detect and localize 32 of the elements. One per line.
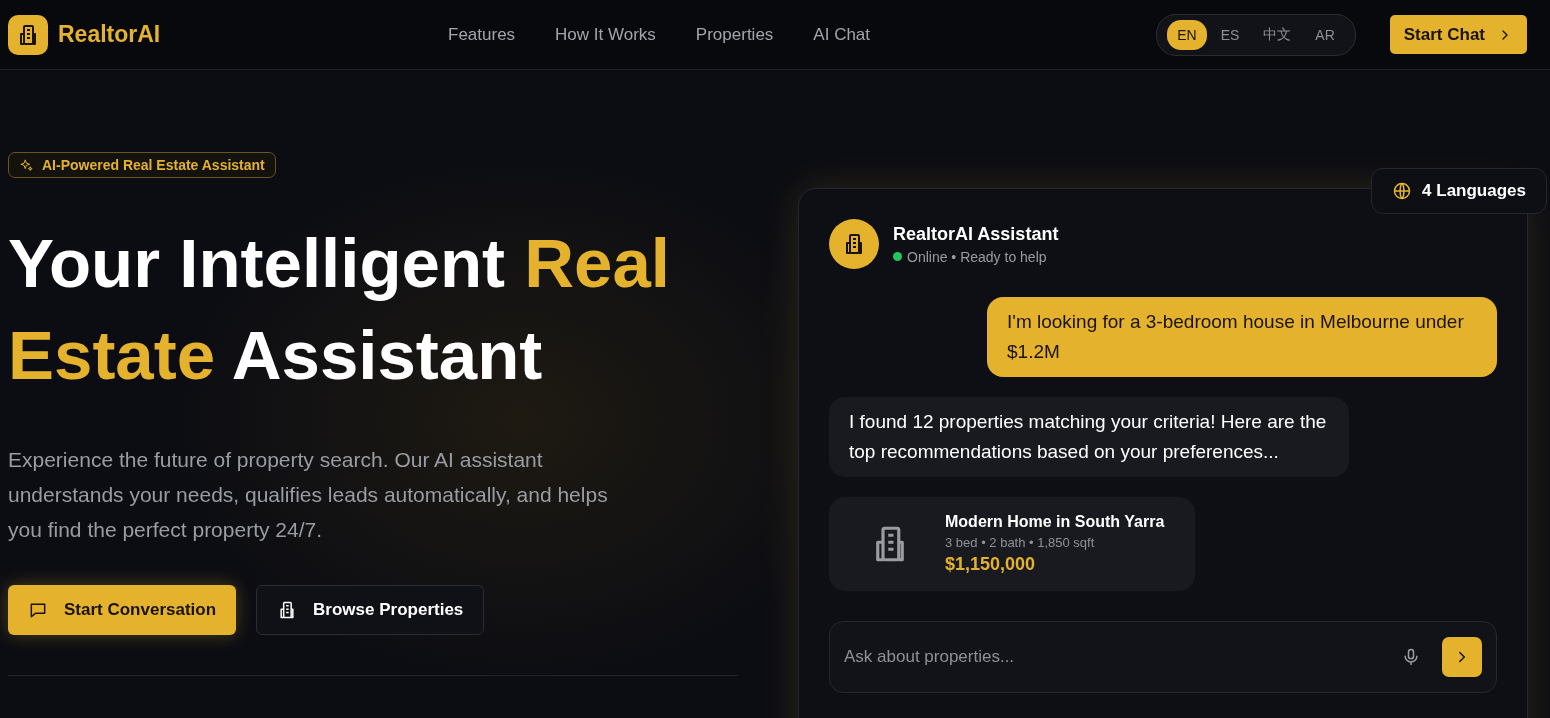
nav-link[interactable]: AI Chat [813,24,871,45]
start-chat-button[interactable]: Start Chat [1389,15,1527,54]
nav-link[interactable]: Features [448,24,516,45]
globe-icon [1392,181,1413,201]
start-conversation-button[interactable]: Start Conversation [8,585,237,635]
language-option[interactable]: 中文 [1253,19,1302,50]
chat-bubble-icon [28,600,48,620]
sparkle-icon [19,157,34,173]
brand-name[interactable]: RealtorAI [58,21,161,48]
assistant-name: RealtorAI Assistant [893,223,1059,245]
building-logo-icon[interactable] [8,14,48,55]
property-details: 3 bed • 2 bath • 1,850 sqft [945,535,1096,550]
assistant-avatar-icon [829,219,879,269]
languages-count: 4 Languages [1422,181,1526,201]
property-price: $1,150,000 [945,554,1037,575]
nav-link[interactable]: Properties [695,24,774,45]
property-card[interactable]: Modern Home in South Yarra 3 bed • 2 bath • 1,850 sqft $1,150,000 [829,497,1195,591]
language-option[interactable]: AR [1305,19,1345,50]
headline: Your Intelligent Real Estate Assistant [8,224,671,396]
hero-description: Experience the future of property search. Our AI assistant understands your needs, qualifies leads automatically, and helps you find the perfect property 24/7. [8,447,609,543]
send-button[interactable] [1442,637,1482,677]
badge-text: AI-Powered Real Estate Assistant [42,157,265,173]
chat-input-field[interactable]: Ask about properties... [829,621,1497,693]
status-text: Online • Ready to help [907,248,1047,265]
property-title: Modern Home in South Yarra [945,513,1165,531]
microphone-icon[interactable] [1401,647,1421,667]
nav-link[interactable]: How It Works [555,24,656,45]
assistant-message: I found 12 properties matching your criteria! Here are the top recommendations based on your preferences... [829,397,1349,477]
language-option[interactable]: EN [1167,19,1207,50]
user-message: I'm looking for a 3-bedroom house in Melbourne under $1.2M [987,297,1497,377]
language-option[interactable]: ES [1210,19,1250,50]
browse-properties-button[interactable]: Browse Properties [256,585,485,635]
